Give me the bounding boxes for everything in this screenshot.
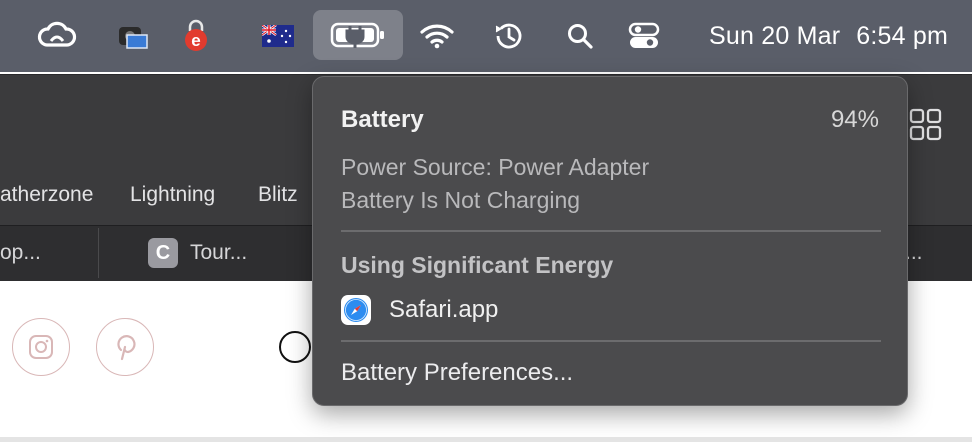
page-search-icon[interactable] (279, 331, 311, 363)
bookmark-item[interactable]: Blitz (258, 183, 298, 207)
power-source-text: Power Source: Power Adapter (341, 154, 650, 180)
tab-label: Tour... (190, 241, 248, 264)
tab-overview-icon[interactable] (909, 108, 943, 147)
lock-e-icon[interactable]: e (176, 0, 216, 72)
charging-status-text: Battery Is Not Charging (341, 187, 581, 213)
menu-divider (341, 340, 881, 342)
time-machine-icon[interactable] (488, 0, 528, 72)
tab-label: op... (0, 241, 41, 264)
battery-menu-title: Battery (341, 106, 424, 133)
instagram-icon[interactable] (12, 318, 70, 376)
menu-bar: e Sun 20 Mar 6:54 pm (0, 0, 972, 72)
significant-energy-heading: Using Significant Energy (341, 252, 614, 278)
safari-icon (341, 295, 371, 325)
browser-tab[interactable]: C Tour... (148, 225, 247, 281)
energy-app-item[interactable]: Safari.app (341, 293, 498, 327)
menubar-clock[interactable]: Sun 20 Mar 6:54 pm (709, 0, 948, 72)
wifi-icon[interactable] (416, 0, 458, 72)
battery-charging-icon[interactable] (313, 0, 403, 71)
energy-app-name: Safari.app (389, 296, 499, 323)
pinterest-icon[interactable] (96, 318, 154, 376)
menu-divider (341, 230, 881, 232)
control-center-icon[interactable] (622, 0, 666, 72)
tab-favicon: C (148, 238, 178, 268)
bookmark-item[interactable]: atherzone (0, 183, 93, 207)
battery-preferences-item[interactable]: Battery Preferences... (341, 359, 573, 387)
battery-menu: Battery 94% Power Source: Power Adapter … (312, 76, 908, 406)
page-bottom-border (0, 437, 972, 442)
svg-text:e: e (191, 31, 200, 50)
tab-divider (98, 228, 99, 278)
browser-tab[interactable]: op... (0, 225, 41, 281)
screen-capture-icon[interactable] (112, 0, 154, 72)
creative-cloud-icon[interactable] (34, 0, 80, 72)
bookmark-item[interactable]: Lightning (130, 183, 215, 207)
menubar-date: Sun 20 Mar (709, 21, 841, 50)
menubar-time: 6:54 pm (856, 21, 948, 50)
battery-percentage: 94% (830, 106, 879, 133)
australia-flag-icon[interactable] (260, 0, 296, 72)
search-icon[interactable] (560, 0, 600, 72)
